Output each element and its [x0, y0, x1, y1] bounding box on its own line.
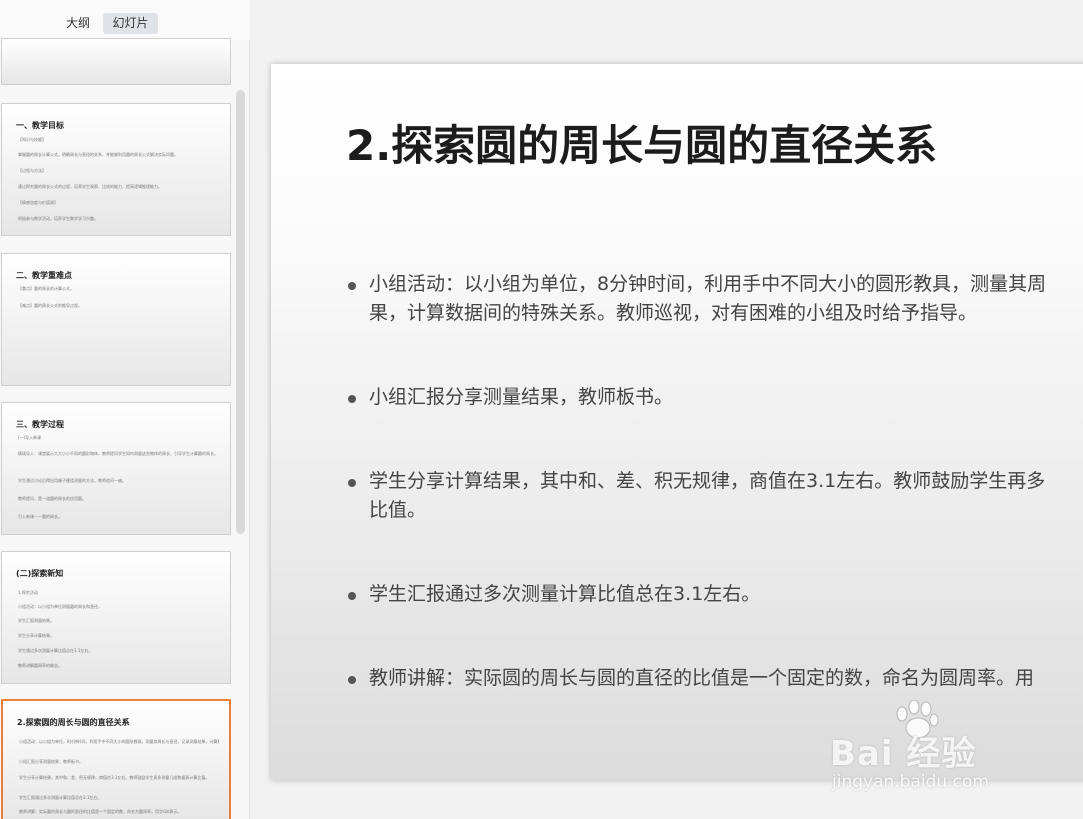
slide-editor-area: 2.探索圆的周长与圆的直径关系 小组活动：以小组为单位，8分钟时间，利用手中不同…: [251, 0, 1083, 819]
slide-thumbnail-panel: 大纲 幻灯片 一、教学目标 【知识与技能】 掌握圆的周长计算公式，明确周长与直径…: [0, 0, 250, 819]
thumbnail-line: 掌握圆的周长计算公式，明确周长与直径的关系，并能够利用圆的周长公式解决实际问题。: [18, 152, 178, 157]
thumbnail-line: 教师提问，是一道圆的周长的应用题。: [18, 496, 86, 501]
thumbnail-title: 一、教学目标: [16, 121, 64, 130]
tab-slides[interactable]: 幻灯片: [103, 13, 158, 34]
slide-thumbnail-5[interactable]: (二)探索新知 1.探究活动 小组活动：以小组为单位测量圆的周长和直径。 学生汇…: [1, 551, 231, 684]
bullet-dot-icon: [348, 479, 356, 487]
watermark-brand: Bai 经验: [830, 734, 977, 774]
bullet-text-line: 果，计算数据间的特殊关系。教师巡视，对有困难的小组及时给予指导。: [369, 302, 978, 324]
bullet-text-line: 学生汇报通过多次测量计算比值总在3.1左右。: [369, 583, 761, 605]
thumbnail-line: 积极参与数学活动，培养学生数学学习兴趣。: [18, 216, 98, 221]
thumbnail-line: 【知识与技能】: [18, 137, 46, 142]
slide-thumbnail-6-active[interactable]: 2.探索圆的周长与圆的直径关系 小组活动：以小组为单位，8分钟时间，利用手中不同…: [1, 699, 231, 819]
bullet-item[interactable]: 学生汇报通过多次测量计算比值总在3.1左右。: [346, 580, 1083, 609]
thumbnail-title: 二、教学重难点: [16, 271, 72, 280]
thumbnail-line: 学生通过多次测量计算比值总在3.1左右。: [18, 648, 93, 653]
bullet-item[interactable]: 教师讲解：实际圆的周长与圆的直径的比值是一个固定的数，命名为圆周率。用: [346, 664, 1083, 693]
thumbnail-line: (一)导入新课: [18, 435, 42, 440]
thumbnail-line: 教师讲解：实际圆的周长与圆的直径的比值是一个固定的数，命名为圆周率。用字母π表示…: [19, 809, 182, 814]
watermark-url: jingyan.baidu.com: [832, 772, 989, 792]
slide-canvas[interactable]: 2.探索圆的周长与圆的直径关系 小组活动：以小组为单位，8分钟时间，利用手中不同…: [271, 64, 1083, 780]
thumbnail-line: 学生汇报通过多次测量计算比值总在3.1左右。: [19, 795, 102, 800]
thumbnail-line: 小组活动：以小组为单位测量圆的周长和直径。: [18, 604, 102, 609]
thumbnail-line: 学生汇报测量结果。: [18, 618, 54, 623]
thumbnail-line: 1.探究活动: [18, 590, 38, 595]
thumbnail-line: 【难点】圆的周长公式的推导过程。: [18, 303, 82, 308]
slide-thumbnail-2[interactable]: 一、教学目标 【知识与技能】 掌握圆的周长计算公式，明确周长与直径的关系，并能够…: [1, 103, 231, 236]
view-tabbar: 大纲 幻灯片: [0, 0, 250, 40]
thumbnail-line: 通过探究圆的周长公式的过程，培养学生观察、比较的能力，提高逻辑推理能力。: [18, 184, 162, 189]
slide-thumbnail-3[interactable]: 二、教学重难点 【重点】圆的周长的计算公式。 【难点】圆的周长公式的推导过程。: [1, 253, 231, 386]
thumbnail-title: 2.探索圆的周长与圆的直径关系: [17, 718, 130, 727]
bullet-dot-icon: [348, 592, 356, 600]
baidu-jingyan-watermark: Bai 经验 jingyan.baidu.com: [830, 700, 1030, 800]
bullet-text-line: 小组活动：以小组为单位，8分钟时间，利用手中不同大小的圆形教具，测量其周: [369, 273, 1047, 295]
thumbnail-line: 情境导入：课堂展示大大小小不同的圆形物体，教师提问学生如何测量这些物体的周长，引…: [18, 451, 218, 456]
thumbnail-line: 【重点】圆的周长的计算公式。: [18, 286, 74, 291]
thumbnail-line: 教师讲解圆周率的概念。: [18, 663, 62, 668]
thumbnail-title: (二)探索新知: [16, 569, 64, 578]
thumbnail-line: 【过程与方法】: [18, 168, 46, 173]
thumbnail-line: 学生通过讨论后得出用绳子缠绕测量的方法，教师追问一遍。: [18, 478, 126, 483]
bullet-item[interactable]: 小组汇报分享测量结果，教师板书。: [346, 383, 1083, 412]
bullet-item[interactable]: 学生分享计算结果，其中和、差、积无规律，商值在3.1左右。教师鼓励学生再多 比值…: [346, 467, 1083, 525]
slide-thumbnail-4[interactable]: 三、教学过程 (一)导入新课 情境导入：课堂展示大大小小不同的圆形物体，教师提问…: [1, 402, 231, 535]
thumbnail-line: 小组活动：以小组为单位，8分钟时间，利用手中不同大小的圆形教具，测量其周长与直径…: [19, 739, 219, 744]
slide-title[interactable]: 2.探索圆的周长与圆的直径关系: [346, 112, 937, 173]
bullet-text-line: 教师讲解：实际圆的周长与圆的直径的比值是一个固定的数，命名为圆周率。用: [369, 667, 1035, 689]
bullet-text-line: 比值。: [369, 499, 427, 521]
bullet-text-line: 小组汇报分享测量结果，教师板书。: [369, 386, 674, 408]
tab-outline[interactable]: 大纲: [60, 13, 96, 34]
bullet-dot-icon: [348, 282, 356, 290]
thumbnail-scrollbar[interactable]: [236, 90, 245, 534]
bullet-dot-icon: [348, 395, 356, 403]
thumbnail-title: 三、教学过程: [16, 420, 64, 429]
slide-thumbnail-1[interactable]: [1, 38, 231, 85]
thumbnail-line: 学生分享计算结果，其中和、差、积无规律，商值在3.1左右。教师鼓励学生再多测量几…: [19, 775, 210, 780]
bullet-text-line: 学生分享计算结果，其中和、差、积无规律，商值在3.1左右。教师鼓励学生再多: [369, 470, 1046, 492]
thumbnail-line: 引入新课——圆的周长。: [18, 514, 62, 519]
thumbnail-line: 【情感态度与价值观】: [18, 200, 58, 205]
thumbnail-line: 小组汇报分享测量结果，教师板书。: [19, 759, 83, 764]
bullet-item[interactable]: 小组活动：以小组为单位，8分钟时间，利用手中不同大小的圆形教具，测量其周 果，计…: [346, 270, 1083, 328]
bullet-dot-icon: [348, 676, 356, 684]
thumbnail-line: 学生分享计算结果。: [18, 633, 54, 638]
